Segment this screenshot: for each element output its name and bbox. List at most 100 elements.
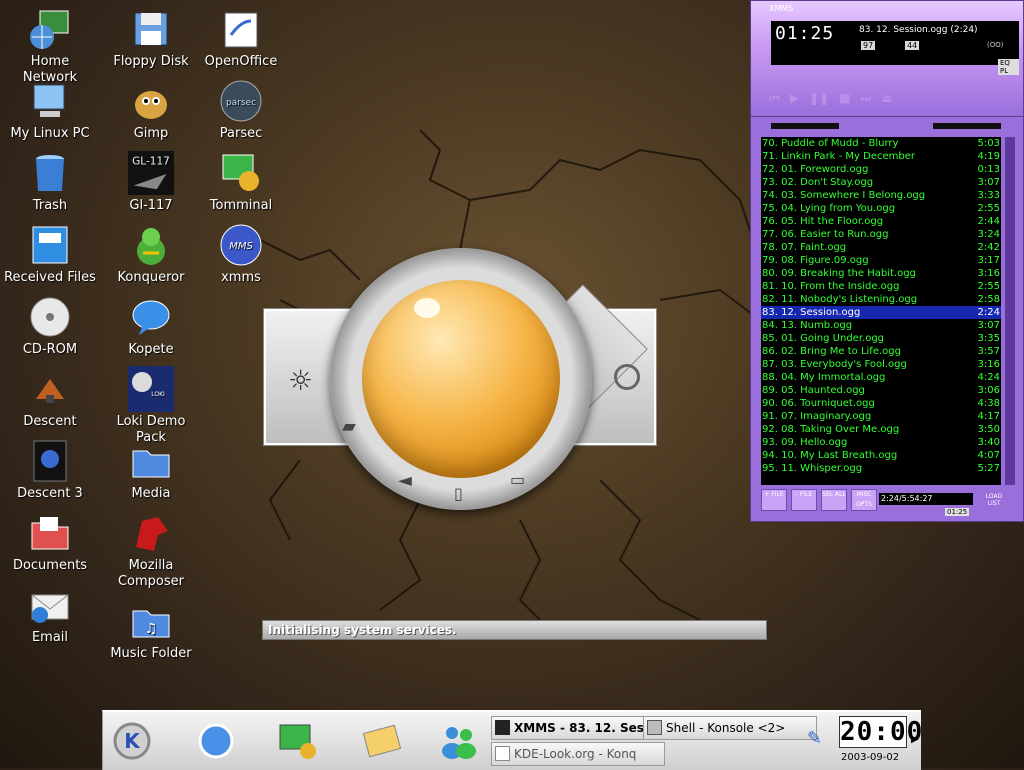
playlist-titlebar[interactable]: [771, 123, 839, 129]
email-icon[interactable]: Email: [2, 580, 98, 646]
playlist-row[interactable]: 73. 02. Don't Stay.ogg 3:07: [761, 176, 1001, 189]
playlist-row[interactable]: 82. 11. Nobody's Listening.ogg 2:58: [761, 293, 1001, 306]
playlist-row-time: 3:40: [977, 437, 1000, 448]
openoffice-icon[interactable]: OpenOffice: [193, 4, 289, 70]
globe-gear-icon: [198, 723, 234, 759]
xmms-main-window[interactable]: XMMS 01:25 83. 12. Session.ogg (2:24) 97…: [750, 0, 1024, 117]
pause-icon[interactable]: ❚❚: [809, 91, 829, 106]
playlist-row[interactable]: 87. 03. Everybody's Fool.ogg 3:16: [761, 358, 1001, 371]
prev-icon[interactable]: ⏮: [769, 91, 780, 106]
task-konqueror[interactable]: KDE-Look.org - Konq: [491, 742, 665, 766]
playlist-row[interactable]: 78. 07. Faint.ogg 2:42: [761, 241, 1001, 254]
splash-orb: [362, 280, 560, 478]
panel-arrow-icon[interactable]: ▶: [911, 734, 919, 745]
playlist-row[interactable]: 88. 04. My Immortal.ogg 4:24: [761, 371, 1001, 384]
media-icon[interactable]: Media: [103, 436, 199, 502]
playlist-scrollbar[interactable]: [1005, 137, 1015, 485]
gl-117-icon[interactable]: GL-117 Gl-117: [103, 148, 199, 214]
playlist-row-time: 0:13: [977, 164, 1000, 175]
playlist-row[interactable]: 85. 01. Going Under.ogg 3:35: [761, 332, 1001, 345]
playlist-list[interactable]: 70. Puddle of Mudd - Blurry 5:03 71. Linki…: [761, 137, 1001, 485]
playlist-row[interactable]: 80. 09. Breaking the Habit.ogg 3:16: [761, 267, 1001, 280]
music-folder-icon[interactable]: ♫ Music Folder: [103, 596, 199, 662]
tomminal-icon[interactable]: Tomminal: [193, 148, 289, 214]
xmms-controls: ⏮ ▶ ❚❚ ■ ⏭ ⏏: [769, 91, 893, 106]
terminal-launcher[interactable]: [273, 720, 323, 762]
xmms-title: XMMS: [769, 4, 794, 13]
playlist-row-title: 81. 10. From the Inside.ogg: [762, 281, 900, 292]
playlist-row-title: 89. 05. Haunted.ogg: [762, 385, 865, 396]
remove-file-button[interactable]: - FILE: [791, 489, 817, 511]
parsec-icon[interactable]: parsec Parsec: [193, 76, 289, 142]
add-file-button[interactable]: + FILE: [761, 489, 787, 511]
next-icon[interactable]: ⏭: [861, 91, 872, 106]
playlist-row[interactable]: 76. 05. Hit the Floor.ogg 2:44: [761, 215, 1001, 228]
k-menu-button[interactable]: K: [107, 720, 157, 762]
playlist-row-title: 80. 09. Breaking the Habit.ogg: [762, 268, 916, 279]
playlist-row[interactable]: 75. 04. Lying from You.ogg 2:55: [761, 202, 1001, 215]
descent-3-icon[interactable]: Descent 3: [2, 436, 98, 502]
playlist-row[interactable]: 74. 03. Somewhere I Belong.ogg 3:33: [761, 189, 1001, 202]
playlist-row[interactable]: 89. 05. Haunted.ogg 3:06: [761, 384, 1001, 397]
konqueror-launcher[interactable]: [191, 720, 241, 762]
konsole-task-icon: [647, 720, 662, 735]
playlist-row-title: 83. 12. Session.ogg: [762, 307, 861, 318]
playlist-row-title: 72. 01. Foreword.ogg: [762, 164, 869, 175]
playlist-row[interactable]: 70. Puddle of Mudd - Blurry 5:03: [761, 137, 1001, 150]
messenger-launcher[interactable]: [433, 720, 483, 762]
stop-icon[interactable]: ■: [839, 91, 850, 106]
home-network-icon[interactable]: Home Network: [2, 4, 98, 86]
documents-icon[interactable]: Documents: [2, 508, 98, 574]
playlist-titlebar-right[interactable]: [933, 123, 1001, 129]
playlist-row[interactable]: 77. 06. Easier to Run.ogg 3:24: [761, 228, 1001, 241]
mozilla-composer-icon[interactable]: Mozilla Composer: [103, 508, 199, 590]
playlist-row[interactable]: 81. 10. From the Inside.ogg 2:55: [761, 280, 1001, 293]
playlist-row[interactable]: 91. 07. Imaginary.ogg 4:17: [761, 410, 1001, 423]
gimp-icon[interactable]: Gimp: [103, 76, 199, 142]
received-files-icon[interactable]: Received Files: [2, 220, 98, 286]
kopete-icon[interactable]: Kopete: [103, 292, 199, 358]
trash-icon[interactable]: Trash: [2, 148, 98, 214]
descent-icon[interactable]: Descent: [2, 364, 98, 430]
playlist-row[interactable]: 71. Linkin Park - My December 4:19: [761, 150, 1001, 163]
playlist-row[interactable]: 92. 08. Taking Over Me.ogg 3:50: [761, 423, 1001, 436]
playlist-row[interactable]: 86. 02. Bring Me to Life.ogg 3:57: [761, 345, 1001, 358]
playlist-row[interactable]: 90. 06. Tourniquet.ogg 4:38: [761, 397, 1001, 410]
eject-icon[interactable]: ⏏: [881, 91, 892, 106]
task-konsole[interactable]: Shell - Konsole <2>: [643, 716, 817, 740]
playlist-row-title: 82. 11. Nobody's Listening.ogg: [762, 294, 918, 305]
xmms-icon[interactable]: MMS xmms: [193, 220, 289, 286]
folder-icon: ▰: [342, 416, 356, 437]
playlist-row-title: 77. 06. Easier to Run.ogg: [762, 229, 889, 240]
misc-opts-button[interactable]: MISC OPTS: [851, 489, 877, 511]
mail-launcher[interactable]: [357, 720, 407, 762]
playlist-row-title: 91. 07. Imaginary.ogg: [762, 411, 872, 422]
cd-rom-icon[interactable]: CD-ROM: [2, 292, 98, 358]
playlist-row-title: 86. 02. Bring Me to Life.ogg: [762, 346, 901, 357]
task-xmms[interactable]: XMMS - 83. 12. Session: [491, 716, 665, 740]
xmms-display: 01:25 83. 12. Session.ogg (2:24) 97 44 (…: [771, 21, 1019, 75]
my-linux-pc-icon[interactable]: My Linux PC: [2, 76, 98, 142]
playlist-row[interactable]: 79. 08. Figure.09.ogg 3:17: [761, 254, 1001, 267]
xmms-playlist-window[interactable]: 70. Puddle of Mudd - Blurry 5:03 71. Linki…: [750, 116, 1024, 522]
sun-icon: ☼: [288, 364, 314, 397]
konqueror-icon[interactable]: Konqueror: [103, 220, 199, 286]
playlist-row[interactable]: 93. 09. Hello.ogg 3:40: [761, 436, 1001, 449]
xmms-eq-pl-toggle[interactable]: EQ PL: [998, 59, 1019, 75]
playlist-row[interactable]: 72. 01. Foreword.ogg 0:13: [761, 163, 1001, 176]
xmms-song-title: 83. 12. Session.ogg (2:24): [859, 25, 978, 35]
panel-clock[interactable]: 20:00: [839, 716, 922, 748]
playlist-row-time: 2:44: [977, 216, 1000, 227]
load-list-button[interactable]: LOAD LIST: [981, 493, 1007, 507]
playlist-row-title: 88. 04. My Immortal.ogg: [762, 372, 886, 383]
playlist-row-time: 3:16: [977, 359, 1000, 370]
floppy-disk-icon[interactable]: Floppy Disk: [103, 4, 199, 70]
playlist-row[interactable]: 84. 13. Numb.ogg 3:07: [761, 319, 1001, 332]
play-icon[interactable]: ▶: [790, 91, 799, 106]
select-all-button[interactable]: SEL ALL: [821, 489, 847, 511]
loki-demo-pack-icon[interactable]: LOKI Loki Demo Pack: [103, 364, 199, 446]
playlist-row[interactable]: 95. 11. Whisper.ogg 5:27: [761, 462, 1001, 475]
playlist-row[interactable]: 83. 12. Session.ogg 2:24: [761, 306, 1001, 319]
klipper-icon[interactable]: ✎: [807, 728, 822, 749]
playlist-row[interactable]: 94. 10. My Last Breath.ogg 4:07: [761, 449, 1001, 462]
